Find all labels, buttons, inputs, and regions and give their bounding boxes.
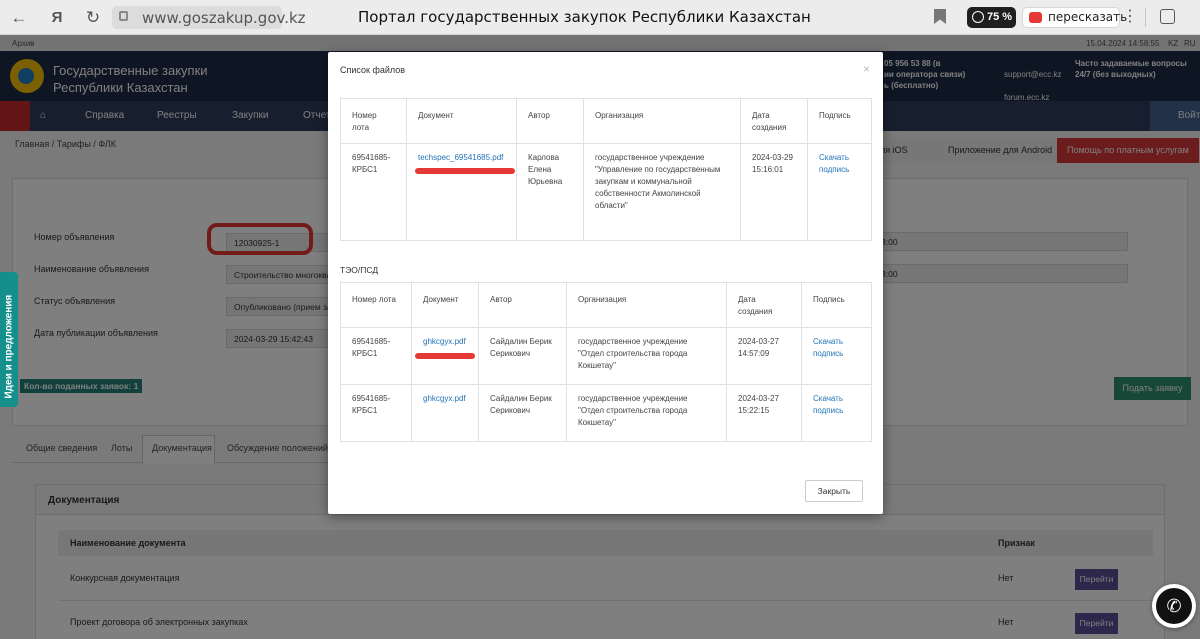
yandex-icon[interactable]: Я — [46, 7, 68, 29]
th-date: Дата создания — [740, 98, 808, 144]
back-arrow-icon[interactable]: ← — [8, 7, 30, 29]
th-author: Автор — [516, 98, 584, 144]
lot-number: 69541685-КРБС1 — [340, 384, 412, 442]
th-date: Дата создания — [726, 282, 802, 328]
created-date: 2024-03-29 15:16:01 — [740, 143, 808, 241]
phone-icon: ✆ — [1156, 588, 1192, 624]
th-org: Организация — [566, 282, 727, 328]
author: Сайдалин Берик Серикович — [478, 384, 567, 442]
ideas-feedback-tab[interactable]: Идеи и предложения — [0, 272, 18, 407]
organization: государственное учреждение "Отдел строит… — [566, 384, 727, 442]
extensions-icon[interactable] — [1160, 9, 1175, 24]
reload-icon[interactable]: ↻ — [82, 7, 104, 29]
lock-icon — [119, 11, 128, 21]
download-signature-link[interactable]: Скачать подпись — [819, 153, 849, 174]
red-underline-annotation — [415, 353, 475, 359]
lot-number: 69541685-КРБС1 — [340, 327, 412, 385]
table-row: 69541685-КРБС1 ghkcgyx.pdf Сайдалин Бери… — [340, 384, 872, 442]
download-signature-link[interactable]: Скачать подпись — [813, 394, 843, 415]
zoom-value: 75 % — [987, 11, 1013, 23]
teo-section-title: ТЭО/ПСД — [340, 265, 379, 275]
th-author: Автор — [478, 282, 567, 328]
modal-title: Список файлов — [340, 65, 406, 75]
th-org: Организация — [583, 98, 741, 144]
files-table-header: Номер лота Документ Автор Организация Да… — [340, 98, 872, 144]
th-doc: Документ — [411, 282, 479, 328]
download-signature-link[interactable]: Скачать подпись — [813, 337, 843, 358]
th-sign: Подпись — [807, 98, 872, 144]
created-date: 2024-03-27 14:57:09 — [726, 327, 802, 385]
th-lot: Номер лота — [340, 282, 412, 328]
tab-title: Портал государственных закупок Республик… — [358, 8, 811, 26]
more-menu-icon[interactable]: ⋮ — [1122, 6, 1138, 26]
th-lot: Номер лота — [340, 98, 407, 144]
call-button[interactable]: ✆ — [1152, 584, 1196, 628]
retell-label: пересказать — [1048, 10, 1128, 24]
address-bar[interactable]: www.goszakup.gov.kz — [112, 6, 306, 29]
retell-button[interactable]: пересказать — [1022, 7, 1127, 28]
author: Карлова Елена Юрьевна — [516, 143, 584, 241]
teo-table: Номер лота Документ Автор Организация Да… — [340, 282, 872, 442]
close-button[interactable]: Закрыть — [805, 480, 863, 502]
th-doc: Документ — [406, 98, 517, 144]
zoom-indicator[interactable]: 75 % — [967, 7, 1016, 28]
table-row: 69541685-КРБС1 techspec_69541685.pdf Кар… — [340, 143, 872, 241]
document-link[interactable]: techspec_69541685.pdf — [418, 153, 503, 162]
url-text: www.goszakup.gov.kz — [142, 9, 306, 27]
author: Сайдалин Берик Серикович — [478, 327, 567, 385]
retell-icon — [1029, 12, 1042, 23]
th-sign: Подпись — [801, 282, 872, 328]
document-link[interactable]: ghkcgyx.pdf — [423, 394, 466, 403]
page: Архив 15.04.2024 14:58:55 KZ RU Государс… — [0, 35, 1200, 639]
teo-table-header: Номер лота Документ Автор Организация Да… — [340, 282, 872, 328]
close-icon[interactable]: × — [863, 62, 870, 76]
chat-bubble-icon — [972, 11, 984, 23]
document-link[interactable]: ghkcgyx.pdf — [423, 337, 466, 346]
toolbar-separator — [1145, 8, 1146, 27]
organization: государственное учреждение "Отдел строит… — [566, 327, 727, 385]
file-list-modal: Список файлов × Номер лота Документ Авто… — [328, 52, 883, 514]
created-date: 2024-03-27 15:22:15 — [726, 384, 802, 442]
lot-number: 69541685-КРБС1 — [340, 143, 407, 241]
browser-toolbar: ← Я ↻ www.goszakup.gov.kz Портал государ… — [0, 0, 1200, 35]
organization: государственное учреждение "Управление п… — [583, 143, 741, 241]
bookmark-icon[interactable] — [934, 9, 946, 24]
ideas-label: Идеи и предложения — [3, 294, 15, 399]
red-underline-annotation — [415, 168, 515, 174]
